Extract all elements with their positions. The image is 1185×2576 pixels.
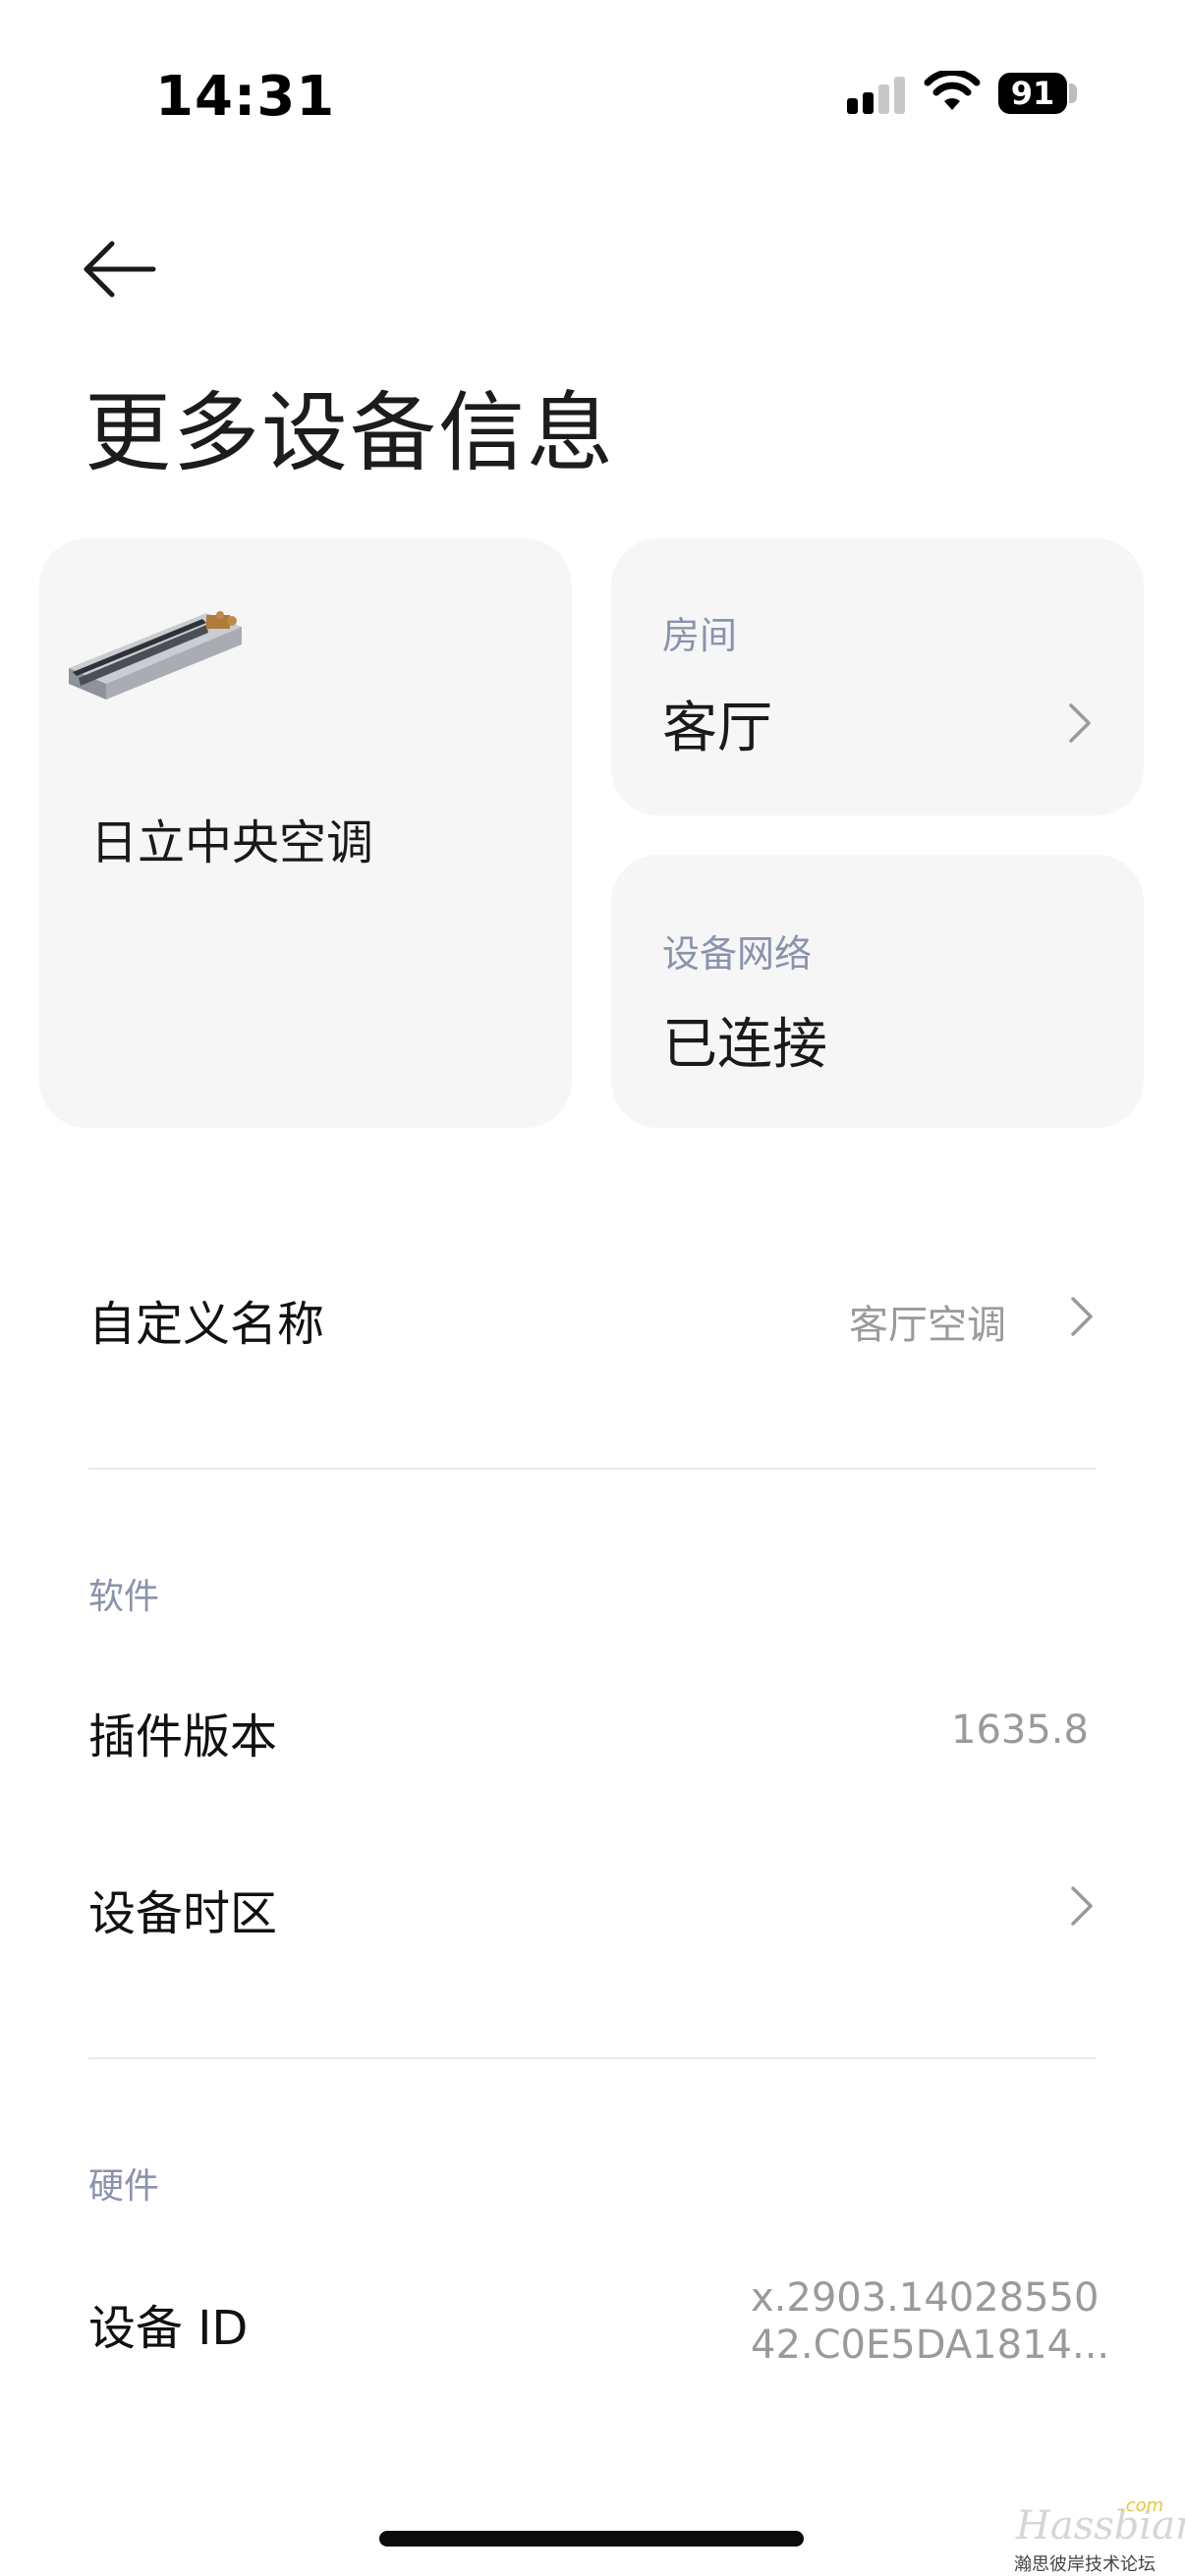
battery-cap bbox=[1069, 84, 1077, 103]
room-label: 房间 bbox=[662, 614, 738, 657]
page-title: 更多设备信息 bbox=[85, 382, 616, 483]
divider bbox=[88, 1468, 1097, 1470]
air-conditioner-unit-image bbox=[69, 611, 242, 700]
section-label-hardware: 硬件 bbox=[88, 2166, 160, 2207]
divider bbox=[88, 2057, 1097, 2059]
custom-name-value: 客厅空调 bbox=[849, 1303, 1006, 1348]
plugin-version-label: 插件版本 bbox=[88, 1709, 278, 1764]
watermark-subtitle: 瀚思彼岸技术论坛 bbox=[1014, 2554, 1156, 2575]
custom-name-label: 自定义名称 bbox=[88, 1297, 325, 1352]
cellular-signal-icon bbox=[847, 77, 905, 114]
network-label: 设备网络 bbox=[662, 932, 813, 976]
device-timezone-label: 设备时区 bbox=[88, 1886, 278, 1941]
network-card bbox=[611, 855, 1144, 1128]
device-name: 日立中央空调 bbox=[90, 815, 374, 870]
chevron-right-icon bbox=[1069, 703, 1091, 743]
section-label-software: 软件 bbox=[88, 1577, 160, 1617]
plugin-version-value: 1635.8 bbox=[951, 1708, 1089, 1753]
chevron-right-icon bbox=[1071, 1297, 1093, 1336]
room-card[interactable] bbox=[611, 538, 1144, 815]
device-id-label: 设备 ID bbox=[88, 2301, 249, 2356]
home-indicator bbox=[379, 2531, 804, 2547]
chevron-right-icon bbox=[1071, 1886, 1093, 1926]
battery-indicator: 91 bbox=[998, 73, 1067, 114]
device-id-value-line1: x.2903.14028550 bbox=[751, 2275, 1100, 2321]
device-id-value-line2: 42.C0E5DA1814... bbox=[751, 2323, 1110, 2368]
wifi-icon bbox=[924, 71, 981, 110]
status-time: 14:31 bbox=[155, 65, 336, 129]
room-value: 客厅 bbox=[662, 697, 772, 760]
back-arrow-icon[interactable] bbox=[79, 228, 161, 310]
watermark-domain: .com bbox=[1120, 2495, 1164, 2516]
network-status: 已连接 bbox=[662, 1013, 827, 1077]
